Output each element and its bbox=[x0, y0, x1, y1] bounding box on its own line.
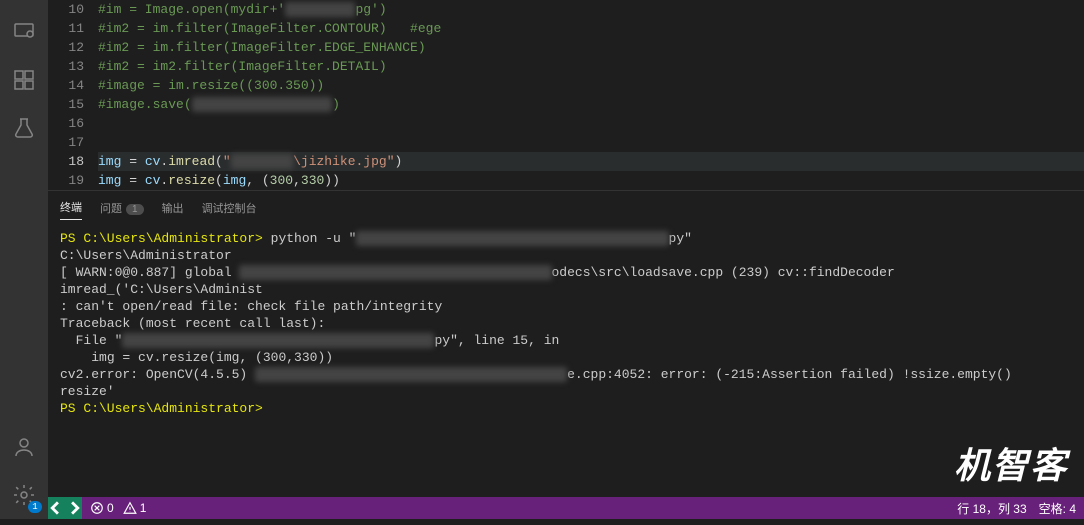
main-area: 10111213141516171819 #im = Image.open(my… bbox=[48, 0, 1084, 519]
terminal-line: resize' bbox=[60, 383, 1072, 400]
code-line[interactable] bbox=[98, 114, 1084, 133]
code-editor[interactable]: 10111213141516171819 #im = Image.open(my… bbox=[48, 0, 1084, 190]
bottom-panel: 终端问题1 输出调试控制台 PS C:\Users\Administrator> … bbox=[48, 190, 1084, 519]
remote-explorer-icon[interactable] bbox=[0, 8, 48, 56]
terminal-line: [ WARN:0@0.887] global odecs\src\loadsav… bbox=[60, 264, 1072, 298]
line-gutter: 10111213141516171819 bbox=[48, 0, 98, 190]
code-content[interactable]: #im = Image.open(mydir+' pg')#im2 = im.f… bbox=[98, 0, 1084, 190]
activity-bar: 1 bbox=[0, 0, 48, 519]
code-line[interactable]: #image = im.resize((300.350)) bbox=[98, 76, 1084, 95]
status-problems[interactable]: 0 1 bbox=[90, 501, 146, 515]
testing-icon[interactable] bbox=[0, 104, 48, 152]
accounts-icon[interactable] bbox=[0, 423, 48, 471]
remote-indicator[interactable] bbox=[48, 497, 82, 519]
code-line[interactable]: #im = Image.open(mydir+' pg') bbox=[98, 0, 1084, 19]
terminal-line: File " py", line 15, in bbox=[60, 332, 1072, 349]
extensions-icon[interactable] bbox=[0, 56, 48, 104]
code-line[interactable]: #image.save( ) bbox=[98, 95, 1084, 114]
status-spaces[interactable]: 空格: 4 bbox=[1039, 500, 1076, 517]
code-line[interactable]: #im2 = im.filter(ImageFilter.CONTOUR) #e… bbox=[98, 19, 1084, 38]
code-line[interactable]: img = cv.imread(" \jizhike.jpg") bbox=[98, 152, 1084, 171]
code-line[interactable]: #im2 = im.filter(ImageFilter.EDGE_ENHANC… bbox=[98, 38, 1084, 57]
panel-tab[interactable]: 问题1 bbox=[100, 196, 144, 220]
status-cursor[interactable]: 行 18，列 33 bbox=[957, 500, 1026, 517]
terminal-line: img = cv.resize(img, (300,330)) bbox=[60, 349, 1072, 366]
settings-icon[interactable]: 1 bbox=[0, 471, 48, 519]
terminal-line: PS C:\Users\Administrator> bbox=[60, 400, 1072, 417]
panel-tabs: 终端问题1 输出调试控制台 bbox=[48, 191, 1084, 224]
panel-tab[interactable]: 调试控制台 bbox=[202, 196, 257, 220]
status-bar: 0 1 行 18，列 33 空格: 4 bbox=[48, 497, 1084, 519]
terminal-line: C:\Users\Administrator bbox=[60, 247, 1072, 264]
panel-tab[interactable]: 终端 bbox=[60, 195, 82, 220]
watermark: 机智客 bbox=[954, 437, 1068, 489]
terminal-output[interactable]: PS C:\Users\Administrator> python -u " p… bbox=[48, 224, 1084, 519]
code-line[interactable]: #im2 = im2.filter(ImageFilter.DETAIL) bbox=[98, 57, 1084, 76]
panel-tab[interactable]: 输出 bbox=[162, 196, 184, 220]
code-line[interactable] bbox=[98, 133, 1084, 152]
terminal-line: : can't open/read file: check file path/… bbox=[60, 298, 1072, 315]
terminal-line: cv2.error: OpenCV(4.5.5) e.cpp:4052: err… bbox=[60, 366, 1072, 383]
settings-badge: 1 bbox=[28, 501, 42, 513]
code-line[interactable]: img = cv.resize(img, (300,330)) bbox=[98, 171, 1084, 190]
terminal-line: Traceback (most recent call last): bbox=[60, 315, 1072, 332]
terminal-line: PS C:\Users\Administrator> python -u " p… bbox=[60, 230, 1072, 247]
